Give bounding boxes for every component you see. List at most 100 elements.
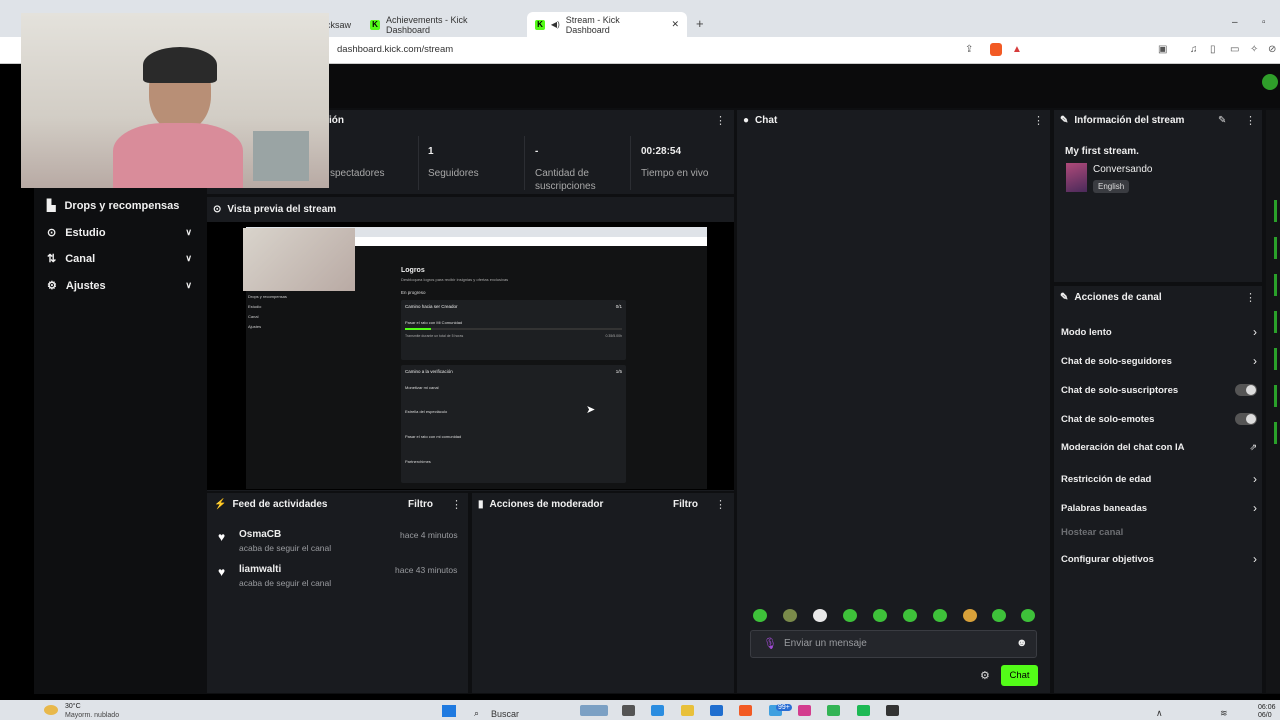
emote-icon[interactable] [992,609,1006,622]
wallet-icon[interactable]: ▭ [1230,44,1239,55]
maximize-icon[interactable]: ▫ [1262,17,1266,28]
more-options-icon[interactable]: ⋮ [715,114,726,127]
spotify-icon[interactable] [857,705,870,716]
sidebar-icon[interactable]: ▯ [1210,44,1216,55]
preview-card-val: 0.35/5.00h [605,334,622,338]
action-label: Modo lento [1061,326,1112,338]
edge-icon[interactable] [651,705,664,716]
sidebar-item-ajustes[interactable]: ⚙ Ajustes ∨ [47,279,192,293]
more-options-icon[interactable]: ⋮ [1033,114,1044,127]
sidebar-item-label: Ajustes [65,279,106,292]
emoji-icon[interactable]: ☻ [1016,637,1028,649]
wifi-icon[interactable]: ≋ [1220,708,1228,719]
weather-icon [44,705,58,715]
action-age-restriction[interactable]: Restricción de edad › [1061,472,1257,486]
brave-shield-icon[interactable] [990,43,1002,56]
brave-icon[interactable] [739,705,752,716]
category-thumbnail[interactable] [1066,163,1087,192]
mod-filter-button[interactable]: Filtro [673,499,698,510]
url-text[interactable]: dashboard.kick.com/stream [337,44,453,55]
brave-rewards-icon[interactable]: ▲ [1012,44,1022,55]
preview-heading: Logros [401,267,425,274]
followers-label: Seguidores [428,168,479,179]
action-followers-only[interactable]: Chat de solo-seguidores › [1061,354,1257,368]
feed-user[interactable]: liamwalti [239,564,281,575]
emote-icon[interactable] [903,609,917,622]
webcam-overlay [21,13,329,188]
category-name[interactable]: Conversando [1093,164,1152,175]
feed-time: hace 43 minutos [395,565,458,575]
search-icon: ⌕ [474,708,480,718]
action-banned-words[interactable]: Palabras baneadas › [1061,501,1257,515]
heart-icon: ♥ [218,530,226,544]
more-options-icon[interactable]: ⋮ [1245,114,1256,127]
emote-icon[interactable] [1021,609,1035,622]
close-tab-icon[interactable]: ✕ [671,19,679,30]
preview-card-title: Camino a la verificación [405,369,453,374]
preview-section: En progreso [401,290,426,295]
whatsapp-icon[interactable] [827,705,840,716]
more-options-icon[interactable]: ⋮ [1245,291,1256,304]
rail-indicator [1274,274,1277,296]
tab-achievements[interactable]: K Achievements - Kick Dashboard [362,12,522,37]
feed-user[interactable]: OsmaCB [239,529,281,540]
windows-start-icon[interactable] [442,705,456,717]
emote-icon[interactable] [843,609,857,622]
user-avatar[interactable] [1262,74,1278,90]
clock-date: 06/0 [1258,712,1272,719]
more-options-icon[interactable]: ⋮ [451,498,462,511]
music-icon[interactable]: ♫ [1190,44,1198,55]
obs-icon[interactable] [886,705,899,716]
tray-chevron-icon[interactable]: ∧ [1156,708,1163,719]
preview-progress [405,328,622,330]
gear-icon[interactable]: ⚙ [980,669,990,682]
subscribers-only-toggle[interactable] [1235,384,1257,396]
sidebar-item-canal[interactable]: ⇅ Canal ∨ [47,252,192,266]
edit-icon[interactable]: ✎ [1218,115,1226,126]
sidebar-item-label: Canal [65,252,96,265]
language-badge: English [1093,180,1130,193]
headset [143,47,217,83]
taskbar-search[interactable]: Buscar [491,709,519,719]
action-label: Chat de solo-suscriptores [1061,384,1179,396]
chevron-right-icon: › [1253,501,1257,515]
widget-icon[interactable] [580,705,608,716]
sidebar-item-drops[interactable]: ▙ Drops y recompensas [47,199,192,213]
share-icon[interactable]: ⇪ [965,44,973,55]
emote-icon[interactable] [753,609,767,622]
emotes-only-toggle[interactable] [1235,413,1257,425]
activity-feed-panel [207,493,468,693]
folder-icon[interactable] [681,705,694,716]
emote-icon[interactable] [933,609,947,622]
microphone-icon[interactable]: 🎙 [763,637,777,650]
weather-temp[interactable]: 30°C [65,703,81,710]
tab-stream[interactable]: K ◀) Stream - Kick Dashboard ✕ [527,12,687,37]
feed-filter-button[interactable]: Filtro [408,499,433,510]
emote-icon[interactable] [873,609,887,622]
emote-icon[interactable] [813,609,827,622]
chat-title: Chat [755,115,778,126]
leo-icon[interactable]: ✧ [1250,44,1258,55]
preview-card-desc: Transmite durante un total de 5 horas [405,334,464,338]
clock-time[interactable]: 06:06 [1258,704,1276,711]
preview-side-item: Ajustes [248,324,262,329]
minimize-icon[interactable]: – [1232,17,1238,28]
action-slow-mode[interactable]: Modo lento › [1061,325,1257,339]
studio-icon: ⊙ [47,227,57,239]
emote-icon[interactable] [783,609,797,622]
chat-panel [737,110,1050,693]
emote-icon[interactable] [963,609,977,622]
window-icon[interactable]: ▣ [1158,44,1167,55]
speaker-icon: ◀) [550,20,560,29]
store-icon[interactable] [710,705,723,716]
action-goals[interactable]: Configurar objetivos › [1061,552,1257,566]
instagram-icon[interactable] [798,705,811,716]
kick-logo-icon: K [370,19,380,30]
new-tab-button[interactable]: + [696,16,704,31]
taskview-icon[interactable] [622,705,635,716]
extensions-icon[interactable]: ⊘ [1268,44,1276,55]
send-chat-button[interactable]: Chat [1001,665,1038,686]
action-ai-moderation[interactable]: Moderación del chat con IA ⇗ [1061,442,1257,453]
more-options-icon[interactable]: ⋮ [715,498,726,511]
sidebar-item-estudio[interactable]: ⊙ Estudio ∨ [47,226,192,240]
